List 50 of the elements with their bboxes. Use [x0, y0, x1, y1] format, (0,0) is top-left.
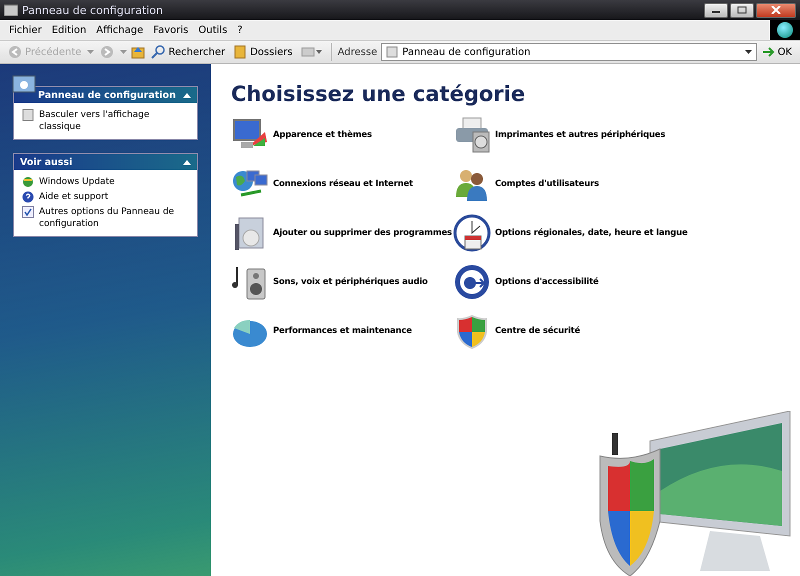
menu-item[interactable]: Affichage — [91, 24, 148, 36]
help-icon — [22, 191, 34, 203]
menu-item[interactable]: Outils — [193, 24, 232, 36]
dropdown-caret-icon[interactable] — [744, 50, 752, 54]
task-link[interactable]: Basculer vers l'affichage classique — [22, 109, 189, 133]
maximize-button[interactable] — [730, 2, 754, 18]
minimize-button[interactable] — [704, 2, 728, 18]
update-icon — [22, 176, 34, 188]
arrow-icon — [762, 47, 775, 57]
category-link[interactable]: Imprimantes et autres périphériques — [453, 116, 733, 154]
printer-icon — [453, 116, 491, 154]
task-link[interactable]: Autres options du Panneau de configuration — [22, 206, 189, 230]
maximize-icon — [737, 6, 747, 14]
category-link[interactable]: Comptes d'utilisateurs — [453, 165, 733, 203]
category-link[interactable]: Performances et maintenance — [231, 312, 453, 350]
category-link[interactable]: Apparence et thèmes — [231, 116, 453, 154]
window-title: Panneau de configuration — [22, 4, 164, 16]
document-icon — [22, 109, 34, 121]
menu-item[interactable]: ? — [232, 24, 248, 36]
search-button[interactable]: Rechercher — [149, 45, 228, 59]
menu-item[interactable]: Favoris — [148, 24, 194, 36]
category-link[interactable]: Sons, voix et périphériques audio — [231, 263, 453, 301]
views-button[interactable] — [298, 47, 325, 57]
menu-item[interactable]: Fichier — [4, 24, 47, 36]
address-field[interactable]: Panneau de configuration — [381, 43, 757, 61]
collapse-caret-icon — [183, 160, 191, 164]
category-link[interactable]: Centre de sécurité — [453, 312, 733, 350]
checklist-icon — [22, 206, 34, 218]
search-icon — [151, 45, 166, 59]
category-link[interactable]: Options régionales, date, heure et langue — [453, 214, 733, 252]
globe-logo-icon — [770, 20, 800, 40]
address-label: Adresse — [338, 46, 378, 58]
panel-header[interactable]: Panneau de configuration — [14, 87, 197, 103]
panel-header[interactable]: Voir aussi — [14, 154, 197, 170]
menu-item[interactable]: Edition — [46, 24, 92, 36]
close-button[interactable] — [756, 2, 796, 18]
task-link[interactable]: Aide et support — [22, 191, 189, 203]
category-link[interactable]: Ajouter ou supprimer des programmes — [231, 214, 453, 252]
accessibility-icon — [453, 263, 491, 301]
folder-up-icon[interactable] — [131, 45, 146, 59]
page-heading: Choisissez une catégorie — [231, 82, 526, 106]
task-link[interactable]: Windows Update — [22, 176, 189, 188]
close-icon — [771, 6, 781, 14]
category-link[interactable]: Options d'accessibilité — [453, 263, 733, 301]
views-icon — [300, 47, 323, 57]
go-button[interactable]: OK — [760, 46, 794, 58]
folders-button[interactable]: Dossiers — [231, 45, 295, 59]
collapse-caret-icon — [183, 92, 191, 98]
clock-calendar-icon — [453, 214, 491, 252]
category-link[interactable]: Connexions réseau et Internet — [231, 165, 453, 203]
